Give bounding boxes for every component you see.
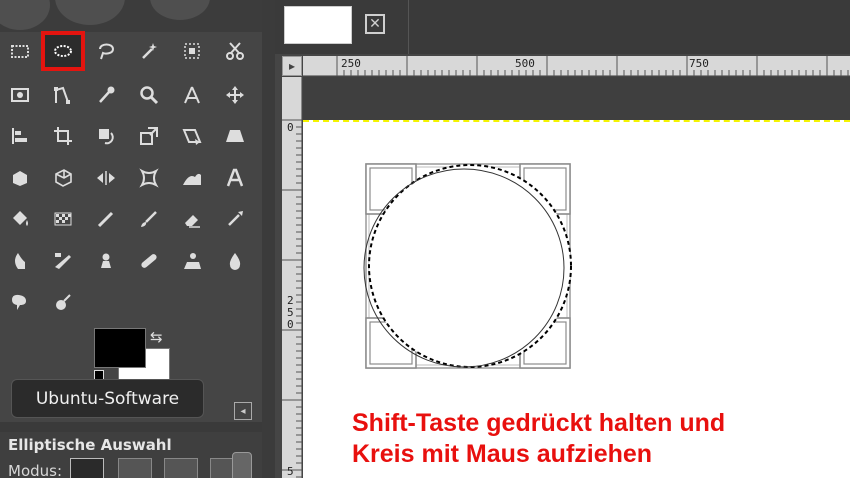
handle-transform-icon[interactable] — [172, 160, 212, 196]
perspective-icon[interactable] — [215, 118, 255, 154]
rect-select-icon[interactable] — [0, 33, 40, 69]
panel-separator — [0, 422, 262, 432]
close-glyph: ✕ — [369, 16, 381, 32]
paths-icon[interactable] — [43, 77, 83, 113]
perspective-clone-icon[interactable] — [172, 243, 212, 279]
shear-icon[interactable] — [172, 118, 212, 154]
ellipse-select-icon[interactable] — [41, 31, 85, 71]
scissors-select-icon[interactable] — [215, 33, 255, 69]
eraser-icon[interactable] — [172, 201, 212, 237]
dock-divider[interactable] — [262, 0, 275, 478]
annotation-line-2: Kreis mit Maus aufziehen — [352, 440, 653, 468]
image-tab-bar — [275, 0, 850, 54]
tooltip: Ubuntu-Software — [11, 379, 204, 418]
mode-replace-button[interactable] — [70, 458, 104, 478]
v-ruler-label-0: 0 — [287, 121, 294, 134]
airbrush-icon[interactable] — [215, 201, 255, 237]
blend-icon[interactable] — [43, 201, 83, 237]
free-select-icon[interactable] — [86, 33, 126, 69]
clone-icon[interactable] — [86, 243, 126, 279]
tooltip-text: Ubuntu-Software — [35, 388, 180, 409]
mode-subtract-button[interactable] — [164, 458, 198, 478]
fuzzy-select-icon[interactable] — [129, 33, 169, 69]
v-ruler-digit-1: 2 — [287, 294, 294, 307]
foreground-select-icon[interactable] — [0, 77, 40, 113]
zoom-icon[interactable] — [129, 77, 169, 113]
toolbox-header — [0, 0, 275, 32]
dodge-burn-icon[interactable] — [43, 284, 83, 320]
ink-icon[interactable] — [0, 243, 40, 279]
v-ruler-digit-2: 5 — [287, 306, 294, 319]
heal-icon[interactable] — [129, 243, 169, 279]
pencil-icon[interactable] — [86, 201, 126, 237]
flip-icon[interactable] — [86, 160, 126, 196]
mypaint-brush-icon[interactable] — [43, 243, 83, 279]
scale-icon[interactable] — [129, 118, 169, 154]
ruler-ticks — [336, 56, 849, 76]
quick-mask-toggle-icon[interactable]: ▸ — [282, 56, 302, 76]
vertical-ruler-ticks — [282, 119, 302, 478]
horizontal-ruler[interactable]: 250 500 750 — [303, 56, 850, 76]
instruction-annotation: Shift-Taste gedrückt halten und Kreis mi… — [352, 408, 725, 470]
swap-colors-icon[interactable]: ⇆ — [150, 328, 163, 346]
v-ruler-label-bottom: 5 — [287, 465, 294, 478]
annotation-line-1: Shift-Taste gedrückt halten und — [352, 409, 726, 437]
select-by-color-icon[interactable] — [172, 33, 212, 69]
cage-transform-icon[interactable] — [43, 160, 83, 196]
tool-options-title: Elliptische Auswahl — [8, 436, 172, 454]
close-tab-icon[interactable]: ✕ — [365, 14, 385, 34]
bucket-fill-icon[interactable] — [0, 201, 40, 237]
text-icon[interactable] — [215, 160, 255, 196]
ruler-label-750: 750 — [689, 57, 709, 70]
paintbrush-icon[interactable] — [129, 201, 169, 237]
panel-config-icon[interactable]: ◂ — [234, 402, 252, 420]
warp-transform-icon[interactable] — [129, 160, 169, 196]
tab-divider — [408, 0, 409, 54]
rotate-icon[interactable] — [86, 118, 126, 154]
foreground-color-swatch[interactable] — [94, 328, 146, 368]
vertical-ruler[interactable]: 0 2 5 0 5 — [282, 77, 302, 478]
unified-transform-icon[interactable] — [0, 160, 40, 196]
ruler-label-250: 250 — [341, 57, 361, 70]
gimp-window: ⇆ Ubuntu-Software ◂ Elliptische Auswahl … — [0, 0, 850, 478]
smudge-icon[interactable] — [0, 284, 40, 320]
measure-icon[interactable] — [172, 77, 212, 113]
move-icon[interactable] — [215, 77, 255, 113]
blur-sharpen-icon[interactable] — [215, 243, 255, 279]
crop-icon[interactable] — [43, 118, 83, 154]
toolbox: ⇆ Ubuntu-Software ◂ Elliptische Auswahl … — [0, 0, 275, 478]
toolbox-scrollbar[interactable] — [232, 452, 252, 478]
mode-label: Modus: — [8, 462, 63, 478]
ruler-label-500: 500 — [515, 57, 535, 70]
align-icon[interactable] — [0, 118, 40, 154]
mode-add-button[interactable] — [118, 458, 152, 478]
ellipse-selection[interactable] — [360, 158, 576, 374]
color-picker-icon[interactable] — [86, 77, 126, 113]
v-ruler-digit-3: 0 — [287, 318, 294, 331]
image-tab-thumbnail[interactable] — [284, 6, 352, 44]
